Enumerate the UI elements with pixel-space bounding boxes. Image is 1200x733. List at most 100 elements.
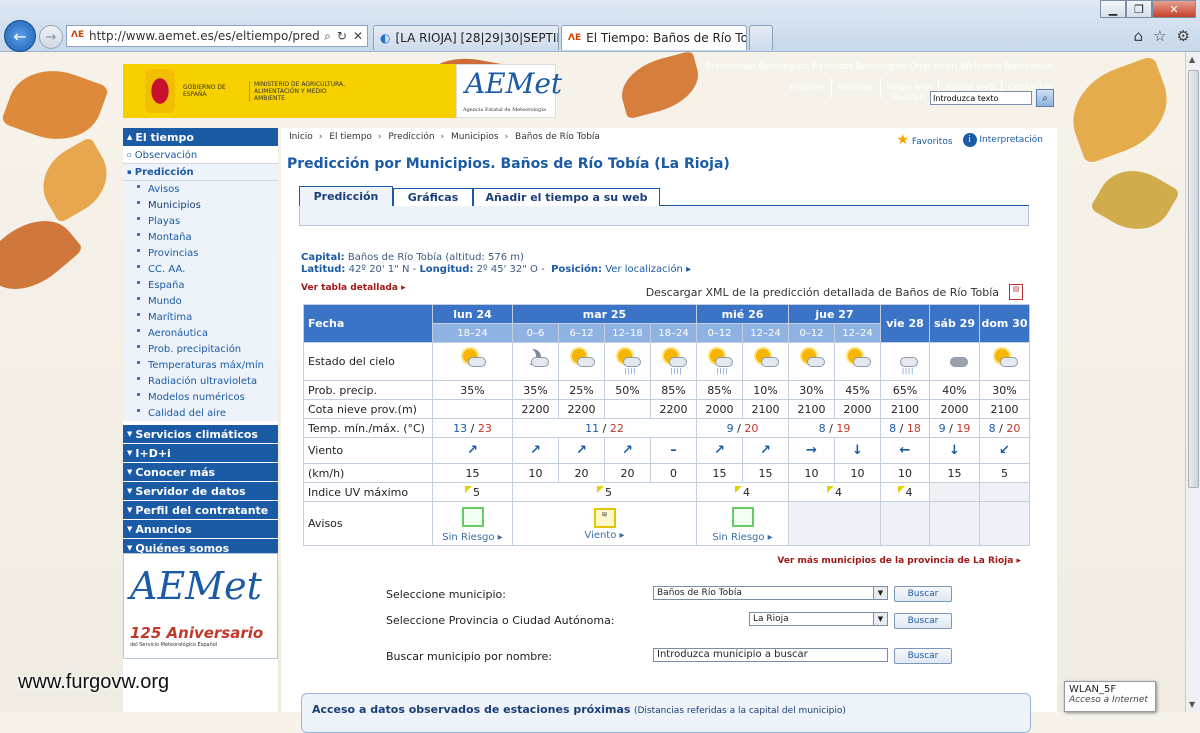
sidebar-section-conocer[interactable]: ▼ Conocer más <box>123 463 278 482</box>
estaciones-proximas-panel[interactable]: Acceso a datos observados de estaciones … <box>301 693 1031 733</box>
maximize-button[interactable]: ❐ <box>1126 0 1152 18</box>
sidebar-section-servicios[interactable]: ▼ Servicios climáticos <box>123 425 278 444</box>
sky-cell: |||| <box>650 342 697 381</box>
address-bar[interactable]: ΛE http://www.aemet.es/es/eltiempo/pred … <box>66 25 368 47</box>
buscar-municipio-button[interactable]: Buscar <box>894 586 952 602</box>
breadcrumb-municipios[interactable]: Municipios <box>451 132 499 142</box>
sidebar-section-servidor[interactable]: ▼ Servidor de datos <box>123 482 278 501</box>
anniversary-banner[interactable]: AEMet 125 Aniversario del Servicio Meteo… <box>123 553 278 659</box>
triangle-down-icon: ▼ <box>127 449 133 457</box>
wind-speed-cell: 10 <box>512 463 559 483</box>
sidebar-item-provincias[interactable]: Provincias <box>123 245 278 261</box>
cielo-label: Estado del cielo <box>303 342 433 381</box>
government-logo[interactable]: GOBIERNO DE ESPAÑA MINISTERIO DE AGRICUL… <box>123 64 456 118</box>
aviso-cell[interactable]: Sin Riesgo ▸ <box>696 501 789 546</box>
address-url[interactable]: http://www.aemet.es/es/eltiempo/pred <box>89 29 320 43</box>
stop-icon[interactable]: ✕ <box>353 29 363 44</box>
sun-cloud-icon <box>459 347 487 373</box>
scroll-down-icon[interactable]: ▼ <box>1189 700 1195 709</box>
uv-cell-empty <box>979 482 1030 502</box>
provincia-select[interactable]: La Rioja ▼ <box>749 612 888 626</box>
sidebar-prediccion[interactable]: ▪ Predicción <box>123 164 278 181</box>
sidebar-item-calidad-aire[interactable]: Calidad del aire <box>123 405 278 421</box>
site-favicon-icon: ΛE <box>568 33 582 43</box>
aviso-cell[interactable]: Sin Riesgo ▸ <box>432 501 513 546</box>
sun-cloud-icon <box>798 347 826 373</box>
sidebar-item-avisos[interactable]: Avisos <box>123 181 278 197</box>
sidebar-item-prob-precipitacion[interactable]: Prob. precipitación <box>123 341 278 357</box>
sky-cell: |||| <box>604 342 651 381</box>
breadcrumb-el-tiempo[interactable]: El tiempo <box>329 132 372 142</box>
home-icon[interactable]: ⌂ <box>1134 27 1144 45</box>
gear-icon[interactable]: ⚙ <box>1177 27 1190 45</box>
uv-cell: 5 <box>512 482 697 502</box>
sidebar-section-el-tiempo[interactable]: ▲ El tiempo <box>123 128 278 147</box>
sidebar-item-playas[interactable]: Playas <box>123 213 278 229</box>
sidebar-section-anuncios[interactable]: ▼ Anuncios <box>123 520 278 539</box>
search-icon[interactable]: ⌕ <box>324 29 331 44</box>
sidebar-item-municipios[interactable]: Municipios <box>123 197 278 213</box>
warning-green-icon <box>461 506 484 527</box>
sidebar-item-temperaturas[interactable]: Temperaturas máx/mín <box>123 357 278 373</box>
favoritos-link[interactable]: ★ Favoritos <box>896 132 952 148</box>
sidebar-item-modelos[interactable]: Modelos numéricos <box>123 389 278 405</box>
minimize-button[interactable]: ▁ <box>1100 0 1126 18</box>
nieve-cell: 2100 <box>979 399 1030 419</box>
site-search-input[interactable] <box>930 91 1032 105</box>
aviso-cell[interactable]: ≋ Viento ▸ <box>512 501 697 546</box>
refresh-icon[interactable]: ↻ <box>337 29 347 44</box>
uv-cell: 4 <box>880 482 930 502</box>
interpretacion-link[interactable]: i Interpretación <box>962 133 1043 147</box>
favorites-star-icon[interactable]: ☆ <box>1153 27 1166 45</box>
sidebar-item-mundo[interactable]: Mundo <box>123 293 278 309</box>
temp-cell: 8 / 19 <box>788 418 881 438</box>
back-button[interactable]: ← <box>4 20 36 52</box>
new-tab-button[interactable] <box>749 25 773 50</box>
day-header: lun 24 <box>432 304 513 324</box>
leaf-decoration <box>0 56 110 154</box>
aemet-logo[interactable]: AEMet Agencia Estatal de Meteorología <box>456 64 562 118</box>
scroll-up-icon[interactable]: ▲ <box>1189 55 1195 64</box>
sidebar-item-ccaa[interactable]: CC. AA. <box>123 261 278 277</box>
municipio-select[interactable]: Baños de Río Tobía ▼ <box>653 586 888 600</box>
sidebar-item-radiacion[interactable]: Radiación ultravioleta <box>123 373 278 389</box>
buscar-nombre-button[interactable]: Buscar <box>894 648 952 664</box>
sidebar-section-perfil[interactable]: ▼ Perfil del contratante <box>123 501 278 520</box>
breadcrumb-inicio[interactable]: Inicio <box>289 132 313 142</box>
tab-prediccion[interactable]: Predicción <box>299 186 393 206</box>
browser-tab-eltiempo[interactable]: ΛE El Tiempo: Baños de Río To... ✕ <box>561 25 747 50</box>
wind-arrow-icon: → <box>806 443 817 458</box>
link-enlaces[interactable]: Enlaces <box>790 78 825 98</box>
uv-flag-icon <box>735 485 742 493</box>
wind-direction-cell: ↗ <box>512 437 559 464</box>
triangle-down-icon: ▼ <box>127 544 133 552</box>
ver-mas-municipios-link[interactable]: Ver más municipios de la provincia de La… <box>777 556 1021 566</box>
tab-anadir[interactable]: Añadir el tiempo a su web <box>473 188 660 206</box>
ver-tabla-detallada-link[interactable]: Ver tabla detallada ▸ <box>301 283 406 293</box>
sidebar-item-aeronautica[interactable]: Aeronáutica <box>123 325 278 341</box>
sidebar-item-montana[interactable]: Montaña <box>123 229 278 245</box>
xml-file-icon[interactable]: ▤ <box>1009 284 1023 300</box>
link-noticias[interactable]: Noticias <box>830 78 874 98</box>
scrollbar-thumb[interactable] <box>1188 70 1199 488</box>
content-tabs: Predicción Gráficas Añadir el tiempo a s… <box>299 186 1029 206</box>
sidebar-item-espana[interactable]: España <box>123 277 278 293</box>
site-search-button[interactable]: ⌕ <box>1036 89 1054 107</box>
xml-download-link[interactable]: Descargar XML de la predicción detallada… <box>646 286 999 299</box>
wind-direction-cell: ↗ <box>432 437 513 464</box>
buscar-municipio-input[interactable]: Introduzca municipio a buscar <box>653 648 888 662</box>
sidebar-observacion[interactable]: ▫ Observación <box>123 147 278 164</box>
close-window-button[interactable]: ✕ <box>1152 0 1196 18</box>
tab-graficas[interactable]: Gráficas <box>393 188 473 206</box>
vertical-scrollbar[interactable]: ▲ ▼ <box>1185 52 1200 712</box>
forward-button[interactable]: → <box>39 25 63 49</box>
sidebar-section-idi[interactable]: ▼ I+D+i <box>123 444 278 463</box>
buscar-provincia-button[interactable]: Buscar <box>894 613 952 629</box>
breadcrumb-prediccion[interactable]: Predicción <box>388 132 434 142</box>
browser-tab-rioja[interactable]: ◐ [LA RIOJA] [28|29|30|SEPTIEMB... <box>373 25 559 50</box>
wind-direction-cell: ↗ <box>742 437 789 464</box>
nieve-cell: 2000 <box>696 399 743 419</box>
page-tools: ★ Favoritos i Interpretación <box>896 132 1043 148</box>
sidebar-item-maritima[interactable]: Marítima <box>123 309 278 325</box>
ver-localizacion-link[interactable]: Ver localización ▸ <box>605 264 691 275</box>
